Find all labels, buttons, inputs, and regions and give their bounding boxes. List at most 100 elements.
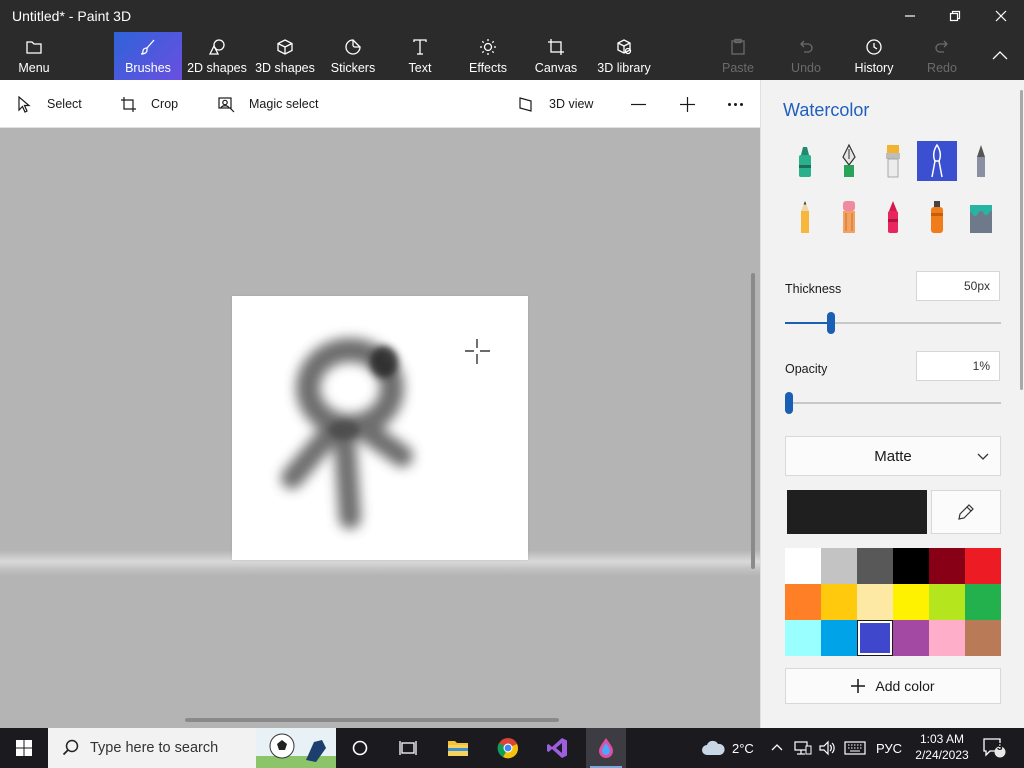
panel-scrollbar[interactable] xyxy=(1020,90,1023,390)
visual-studio-app[interactable] xyxy=(537,728,577,768)
opacity-input[interactable]: 1% xyxy=(916,351,1000,381)
more-dots-icon xyxy=(728,102,744,106)
opacity-slider-track[interactable] xyxy=(785,402,1001,404)
color-swatch[interactable] xyxy=(857,548,893,584)
brush-pencil[interactable] xyxy=(785,197,825,237)
color-swatch[interactable] xyxy=(857,584,893,620)
brush-oil[interactable] xyxy=(873,141,913,181)
color-swatch[interactable] xyxy=(821,548,857,584)
tab-2d-shapes[interactable]: 2D shapes xyxy=(186,32,248,80)
brush-eraser[interactable] xyxy=(829,197,869,237)
brush-spray-can[interactable] xyxy=(917,197,957,237)
eraser-icon xyxy=(843,201,855,233)
opacity-slider-thumb[interactable] xyxy=(785,392,793,414)
brush-calligraphy-pen[interactable] xyxy=(829,141,869,181)
visual-studio-icon xyxy=(547,738,567,758)
horizontal-scrollbar[interactable] xyxy=(185,718,559,722)
zoom-in-button[interactable] xyxy=(679,80,696,128)
cortana-button[interactable] xyxy=(340,728,380,768)
watercolor-drawing xyxy=(281,338,490,529)
show-hidden-icons-button[interactable] xyxy=(771,728,783,768)
ribbon: Menu Brushes 2D shapes 3D shapes Sticker… xyxy=(0,32,1024,80)
zoom-out-button[interactable] xyxy=(630,80,647,128)
plus-icon xyxy=(680,96,695,112)
brush-fill[interactable] xyxy=(961,197,1001,237)
brush-pixel-pen[interactable] xyxy=(961,141,1001,181)
color-swatch[interactable] xyxy=(821,620,857,656)
thickness-slider-thumb[interactable] xyxy=(826,312,835,334)
chrome-app[interactable] xyxy=(488,728,528,768)
undo-icon xyxy=(800,40,813,53)
eyedropper-button[interactable] xyxy=(931,490,1001,534)
color-swatch[interactable] xyxy=(785,548,821,584)
tab-label: Brushes xyxy=(125,61,171,75)
color-swatch[interactable] xyxy=(965,620,1001,656)
collapse-ribbon-button[interactable] xyxy=(982,32,1018,80)
brush-watercolor[interactable] xyxy=(917,141,957,181)
color-swatch[interactable] xyxy=(893,620,929,656)
brush-marker[interactable] xyxy=(785,141,825,181)
more-options-button[interactable] xyxy=(727,80,744,128)
weather-widget[interactable]: 2°C xyxy=(700,728,754,768)
tab-label: Effects xyxy=(469,61,507,75)
drawing-canvas[interactable] xyxy=(232,296,528,560)
tab-label: Undo xyxy=(791,61,821,75)
cortana-circle-icon xyxy=(352,740,368,756)
color-swatch[interactable] xyxy=(785,620,821,656)
start-button[interactable] xyxy=(0,728,48,768)
input-language-button[interactable]: РУС xyxy=(876,728,902,768)
tab-text[interactable]: Text xyxy=(394,32,446,80)
tab-stickers[interactable]: Stickers xyxy=(322,32,384,80)
network-icon xyxy=(794,741,812,755)
color-swatch[interactable] xyxy=(965,548,1001,584)
workspace[interactable] xyxy=(0,128,760,728)
restore-button[interactable] xyxy=(932,0,978,32)
color-swatch[interactable] xyxy=(785,584,821,620)
color-swatch[interactable] xyxy=(893,548,929,584)
color-swatch[interactable] xyxy=(929,620,965,656)
add-color-button[interactable]: Add color xyxy=(785,668,1001,704)
color-swatch[interactable] xyxy=(929,548,965,584)
color-swatch[interactable] xyxy=(821,584,857,620)
tab-brushes[interactable]: Brushes xyxy=(114,32,182,80)
volume-button[interactable] xyxy=(818,728,836,768)
paint-3d-app[interactable] xyxy=(586,728,626,768)
tab-3d-shapes[interactable]: 3D shapes xyxy=(254,32,316,80)
tab-effects[interactable]: Effects xyxy=(462,32,514,80)
folder-icon xyxy=(26,41,42,54)
crop-button[interactable]: Crop xyxy=(120,80,178,128)
close-button[interactable] xyxy=(978,0,1024,32)
redo-button[interactable]: Redo xyxy=(918,32,966,80)
tab-3d-library[interactable]: 3D library xyxy=(594,32,654,80)
3d-view-button[interactable]: 3D view xyxy=(518,80,593,128)
chevron-down-icon xyxy=(977,453,989,460)
tab-menu[interactable]: Menu xyxy=(4,32,64,80)
action-center-button[interactable]: 3 xyxy=(982,728,1006,768)
brush-crayon[interactable] xyxy=(873,197,913,237)
thickness-input[interactable]: 50px xyxy=(916,271,1000,301)
color-swatch[interactable] xyxy=(929,584,965,620)
select-button[interactable]: Select xyxy=(16,80,82,128)
clock[interactable]: 1:03 AM 2/24/2023 xyxy=(906,731,978,763)
magic-select-button[interactable]: Magic select xyxy=(218,80,318,128)
network-button[interactable] xyxy=(794,728,812,768)
color-swatch[interactable] xyxy=(965,584,1001,620)
task-view-button[interactable] xyxy=(388,728,428,768)
history-icon xyxy=(866,39,882,55)
undo-button[interactable]: Undo xyxy=(782,32,830,80)
color-swatch[interactable] xyxy=(857,620,893,656)
current-color-swatch[interactable] xyxy=(787,490,927,534)
minimize-button[interactable] xyxy=(887,0,933,32)
opacity-label: Opacity xyxy=(785,362,828,376)
vertical-scrollbar[interactable] xyxy=(751,273,755,569)
keyboard-button[interactable] xyxy=(844,728,866,768)
finish-dropdown[interactable]: Matte xyxy=(785,436,1001,476)
tab-canvas[interactable]: Canvas xyxy=(530,32,582,80)
paste-button[interactable]: Paste xyxy=(714,32,762,80)
color-swatch[interactable] xyxy=(893,584,929,620)
file-explorer-app[interactable] xyxy=(438,728,478,768)
taskbar-search-box[interactable]: Type here to search xyxy=(48,728,336,768)
tab-label: Text xyxy=(408,61,432,75)
title-bar: Untitled* - Paint 3D xyxy=(0,0,1024,32)
history-button[interactable]: History xyxy=(848,32,900,80)
